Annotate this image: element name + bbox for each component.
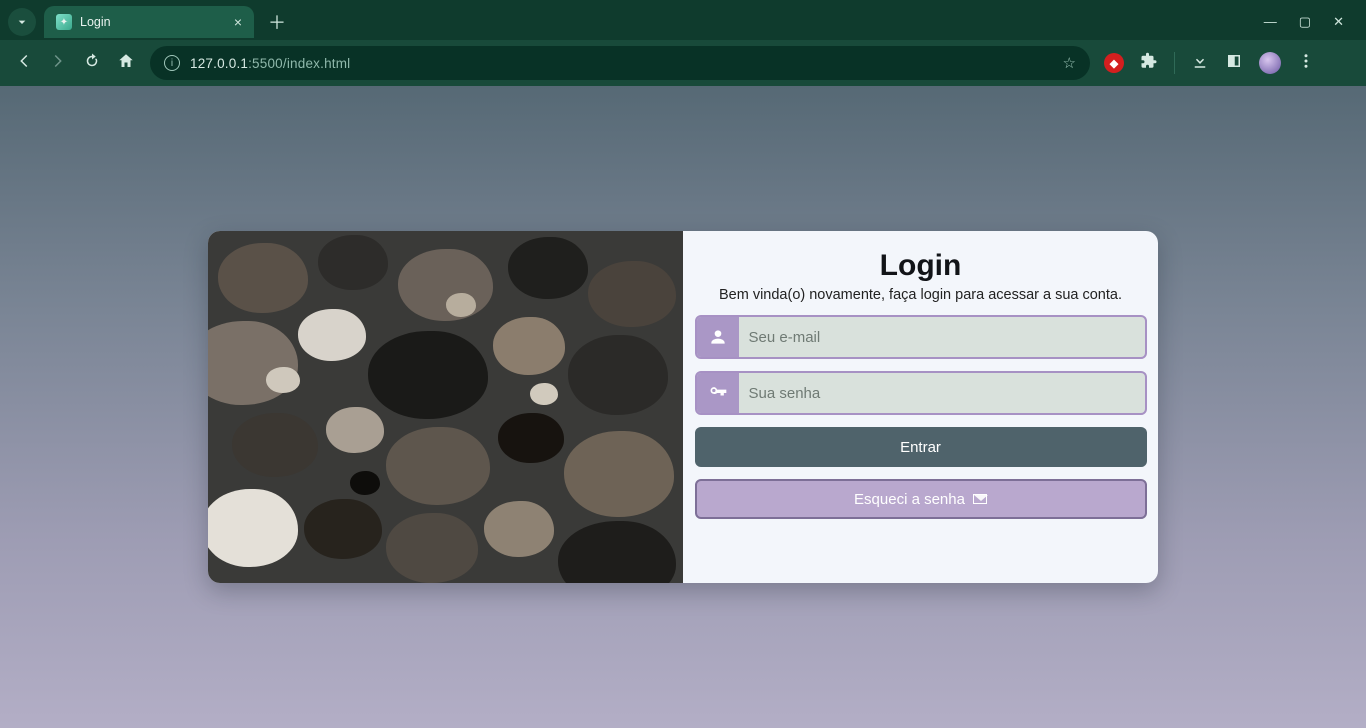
forgot-password-button[interactable]: Esqueci a senha [695,479,1147,519]
bookmark-star-button[interactable]: ☆ [1063,54,1076,72]
close-icon[interactable]: × [234,14,242,30]
login-title: Login [880,249,962,283]
reload-icon [83,52,101,70]
home-icon [117,52,135,70]
nav-back-button[interactable] [14,52,34,75]
download-icon [1191,52,1209,70]
login-form: Login Bem vinda(o) novamente, faça login… [683,231,1158,583]
tab-strip: ✦ Login × ＋ ― ▢ ✕ [0,0,1366,40]
login-submit-label: Entrar [900,439,941,456]
arrow-left-icon [15,52,33,70]
browser-toolbar: i 127.0.0.1:5500/index.html ☆ ◆ [0,40,1366,86]
mail-icon [973,494,987,504]
extensions-button[interactable] [1140,52,1158,75]
window-minimize-button[interactable]: ― [1264,14,1277,30]
new-tab-button[interactable]: ＋ [262,9,292,35]
login-submit-button[interactable]: Entrar [695,427,1147,467]
nav-forward-button[interactable] [48,52,68,75]
address-bar-url: 127.0.0.1:5500/index.html [190,56,350,71]
window-maximize-button[interactable]: ▢ [1299,14,1311,30]
extension-badge-icon[interactable]: ◆ [1104,53,1124,73]
arrow-right-icon [49,52,67,70]
kebab-icon [1297,52,1315,70]
toolbar-separator [1174,52,1175,74]
forgot-password-label: Esqueci a senha [854,491,965,508]
tab-favicon-icon: ✦ [56,14,72,30]
key-icon [697,373,739,413]
chevron-down-icon [14,14,30,30]
email-input[interactable] [739,317,1145,357]
password-input[interactable] [739,373,1145,413]
url-port: :5500 [248,56,283,71]
browser-menu-button[interactable] [1297,52,1315,75]
tab-search-button[interactable] [8,8,36,36]
panel-icon [1225,52,1243,70]
site-info-icon[interactable]: i [164,55,180,71]
downloads-button[interactable] [1191,52,1209,75]
password-field-wrapper [695,371,1147,415]
address-bar[interactable]: i 127.0.0.1:5500/index.html ☆ [150,46,1090,80]
nav-home-button[interactable] [116,52,136,75]
hero-image [208,231,683,583]
browser-chrome: ✦ Login × ＋ ― ▢ ✕ i 127.0.0.1:5500/index… [0,0,1366,86]
toolbar-right: ◆ [1104,52,1315,75]
profile-avatar-button[interactable] [1259,52,1281,74]
login-subtitle: Bem vinda(o) novamente, faça login para … [719,287,1122,303]
email-field-wrapper [695,315,1147,359]
browser-tab[interactable]: ✦ Login × [44,6,254,38]
window-controls: ― ▢ ✕ [1264,14,1358,30]
url-path: /index.html [283,56,350,71]
page-viewport: Login Bem vinda(o) novamente, faça login… [0,86,1366,728]
person-icon [697,317,739,357]
puzzle-icon [1140,52,1158,70]
side-panel-button[interactable] [1225,52,1243,75]
tab-title: Login [80,15,226,29]
window-close-button[interactable]: ✕ [1333,14,1344,30]
url-host: 127.0.0.1 [190,56,248,71]
login-card: Login Bem vinda(o) novamente, faça login… [208,231,1158,583]
nav-reload-button[interactable] [82,52,102,75]
